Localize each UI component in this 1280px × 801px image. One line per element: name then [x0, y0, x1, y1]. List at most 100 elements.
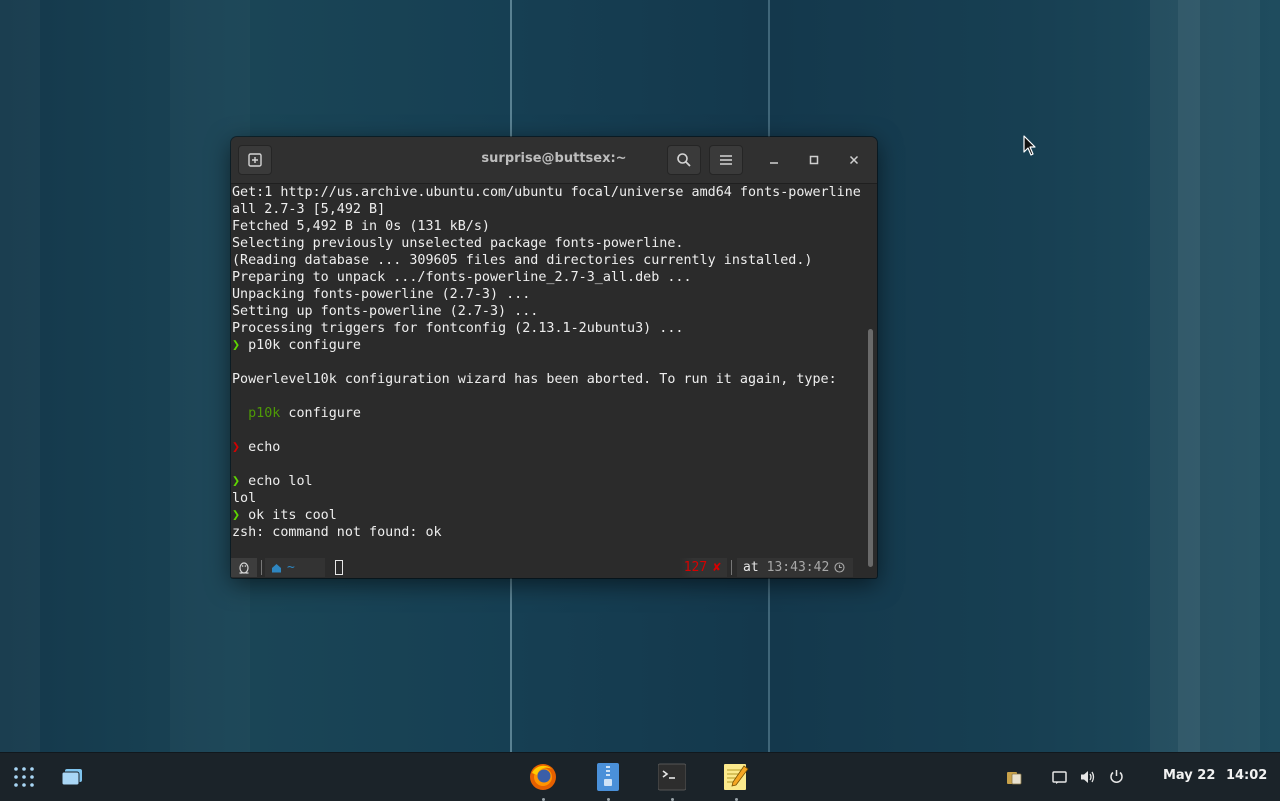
- terminal-line: Powerlevel10k configuration wizard has b…: [232, 371, 864, 388]
- minimize-button[interactable]: [763, 149, 785, 171]
- terminal-line: Unpacking fonts-powerline (2.7-3) ...: [232, 286, 864, 303]
- clock-icon: [834, 562, 845, 573]
- terminal-output[interactable]: Get:1 http://us.archive.ubuntu.com/ubunt…: [232, 184, 864, 556]
- terminal-text: Preparing to unpack .../fonts-powerline_…: [232, 270, 692, 285]
- terminal-text: Selecting previously unselected package …: [232, 236, 684, 251]
- time-label: 14:02: [1225, 768, 1268, 783]
- terminal-line: lol: [232, 490, 864, 507]
- search-button[interactable]: [667, 145, 701, 175]
- terminal-text: Processing triggers for fontconfig (2.13…: [232, 321, 684, 336]
- clock-time: 13:43:42: [766, 560, 830, 575]
- window-title: surprise@buttsex:~: [481, 151, 627, 166]
- home-icon: [272, 563, 281, 572]
- text-editor-icon: [724, 764, 749, 790]
- new-tab-button[interactable]: [238, 145, 272, 175]
- prompt-line[interactable]: ~ 127 ✘ at 13:43:42: [231, 557, 871, 578]
- terminal-line: (Reading database ... 309605 files and d…: [232, 252, 864, 269]
- wallpaper-streak: [0, 0, 40, 752]
- volume-icon: [1081, 771, 1095, 783]
- terminal-line: ❯ echo: [232, 439, 864, 456]
- terminal-text: ❯: [232, 440, 249, 455]
- maximize-icon: [809, 155, 819, 165]
- workspaces-button[interactable]: [60, 767, 84, 787]
- terminal-text: all 2.7-3 [5,492 B]: [232, 202, 386, 217]
- error-mark-icon: ✘: [713, 560, 721, 575]
- new-tab-icon: [248, 153, 262, 167]
- power-icon: [1110, 770, 1123, 783]
- terminal-text: Powerlevel10k configuration wizard has b…: [232, 372, 837, 387]
- clock-tray[interactable]: May 22 14:02: [1163, 768, 1267, 783]
- terminal-launcher[interactable]: [657, 763, 687, 791]
- terminal-line: p10k configure: [232, 405, 864, 422]
- notification-icon: [1052, 771, 1067, 784]
- menu-button[interactable]: [709, 145, 743, 175]
- time-segment: at 13:43:42: [737, 558, 853, 577]
- cursor-block: [335, 560, 343, 575]
- clipboard-icon: [1007, 772, 1022, 785]
- terminal-line: ❯ p10k configure: [232, 337, 864, 354]
- exit-status-segment: 127 ✘: [679, 558, 727, 577]
- terminal-line: zsh: command not found: ok: [232, 524, 864, 541]
- terminal-line: all 2.7-3 [5,492 B]: [232, 201, 864, 218]
- wallpaper-streak: [1178, 0, 1200, 752]
- files-launcher[interactable]: [594, 763, 622, 791]
- terminal-text: Unpacking fonts-powerline (2.7-3) ...: [232, 287, 531, 302]
- power-tray-button[interactable]: [1109, 769, 1124, 788]
- terminal-text: ❯: [232, 508, 249, 523]
- terminal-line: Processing triggers for fontconfig (2.13…: [232, 320, 864, 337]
- terminal-line: Get:1 http://us.archive.ubuntu.com/ubunt…: [232, 184, 864, 201]
- terminal-line: Preparing to unpack .../fonts-powerline_…: [232, 269, 864, 286]
- date-label: May 22: [1163, 768, 1216, 783]
- terminal-text: Get:1 http://us.archive.ubuntu.com/ubunt…: [232, 185, 861, 200]
- close-button[interactable]: [843, 149, 865, 171]
- terminal-text: lol: [232, 491, 257, 506]
- close-icon: [849, 155, 859, 165]
- notifications-tray-button[interactable]: [1052, 770, 1067, 789]
- taskbar: May 22 14:02: [0, 752, 1280, 801]
- terminal-titlebar[interactable]: surprise@buttsex:~: [231, 137, 877, 184]
- terminal-text: ok its cool: [248, 508, 337, 523]
- terminal-text: ❯: [232, 474, 249, 489]
- terminal-text: echo lol: [248, 474, 313, 489]
- terminal-text: ❯: [232, 338, 249, 353]
- search-icon: [677, 153, 691, 167]
- minimize-icon: [770, 162, 778, 164]
- wallpaper-streak: [1150, 0, 1260, 752]
- app-grid-button[interactable]: [13, 766, 35, 788]
- terminal-text: p10k: [232, 406, 281, 421]
- files-icon: [597, 763, 619, 791]
- terminal-text: configure: [280, 406, 361, 421]
- at-label: at: [743, 560, 759, 575]
- clipboard-tray-button[interactable]: [1006, 769, 1022, 789]
- exit-code: 127: [683, 560, 708, 575]
- workspaces-icon: [61, 769, 82, 786]
- hamburger-menu-icon: [720, 155, 732, 165]
- linux-icon: [239, 562, 249, 574]
- maximize-button[interactable]: [803, 149, 825, 171]
- terminal-text: p10k configure: [248, 338, 361, 353]
- segment-separator: [261, 560, 262, 575]
- terminal-text: zsh: command not found: ok: [232, 525, 442, 540]
- current-directory: ~: [287, 560, 295, 575]
- terminal-line: Selecting previously unselected package …: [232, 235, 864, 252]
- segment-separator: [731, 560, 732, 575]
- terminal-text: echo: [248, 440, 281, 455]
- text-editor-launcher[interactable]: [722, 763, 750, 791]
- terminal-scrollbar[interactable]: [868, 329, 873, 567]
- firefox-launcher[interactable]: [529, 763, 557, 791]
- firefox-icon: [530, 764, 556, 790]
- volume-tray-button[interactable]: [1080, 769, 1096, 789]
- terminal-line: ❯ echo lol: [232, 473, 864, 490]
- os-segment: [231, 558, 257, 577]
- terminal-line: ❯ ok its cool: [232, 507, 864, 524]
- terminal-icon: [657, 763, 687, 791]
- terminal-line: Fetched 5,492 B in 0s (131 kB/s): [232, 218, 864, 235]
- terminal-window[interactable]: surprise@buttsex:~ Get:1 http://us.archi…: [231, 137, 877, 578]
- app-grid-icon: [14, 767, 34, 787]
- terminal-text: (Reading database ... 309605 files and d…: [232, 253, 813, 268]
- directory-segment: ~: [265, 558, 325, 577]
